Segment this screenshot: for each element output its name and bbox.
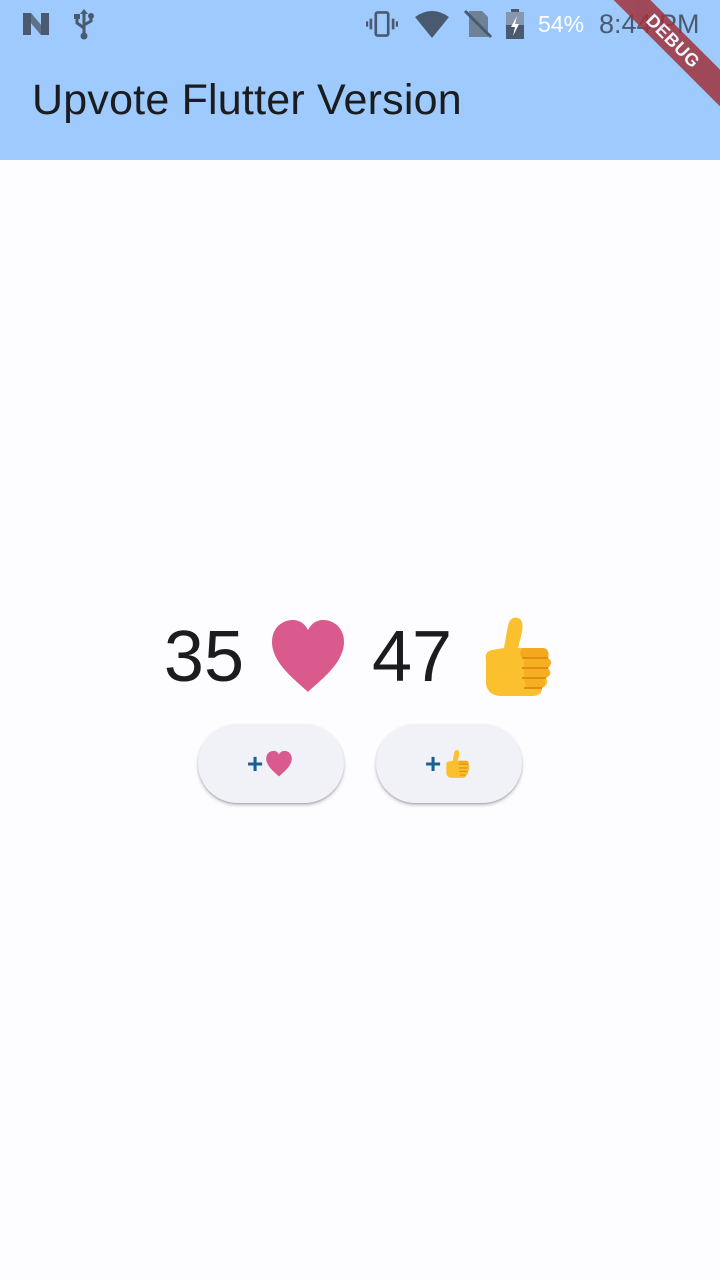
thumbs-up-icon [485, 617, 552, 696]
battery-charging-icon [506, 9, 524, 39]
vote-buttons: + + [0, 724, 720, 804]
thumbs-up-icon [446, 749, 470, 778]
status-bar: 54% 8:44 PM [0, 0, 720, 48]
app-screen: 54% 8:44 PM Upvote Flutter Version DEBUG… [0, 0, 720, 1280]
page-title: Upvote Flutter Version [32, 76, 462, 124]
usb-icon [74, 9, 94, 40]
vibrate-icon [366, 11, 398, 37]
battery-percent: 54% [538, 11, 585, 37]
thumbs-count: 47 [372, 617, 453, 697]
add-thumb-plus: + [424, 747, 442, 779]
add-heart-plus: + [246, 747, 264, 779]
app-bar: 54% 8:44 PM Upvote Flutter Version [0, 0, 720, 160]
heart-icon [272, 620, 344, 692]
status-time: 8:44 PM [599, 9, 700, 39]
n-logo-icon [23, 13, 49, 35]
add-heart-button[interactable]: + [198, 724, 344, 803]
add-thumb-button[interactable]: + [376, 724, 522, 803]
vote-counters: 35 47 [0, 612, 720, 702]
wifi-icon [415, 11, 449, 38]
heart-icon [266, 750, 292, 776]
no-sim-icon [463, 9, 493, 39]
heart-count: 35 [163, 617, 244, 697]
